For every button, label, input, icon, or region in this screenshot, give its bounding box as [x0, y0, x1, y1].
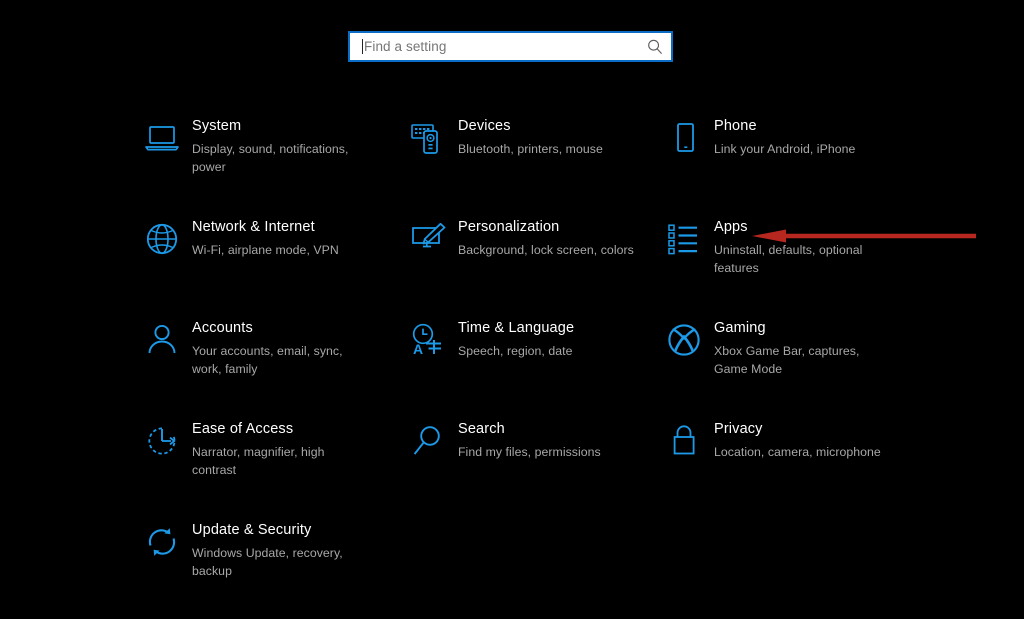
- settings-item-text: Ease of Access Narrator, magnifier, high…: [192, 413, 364, 479]
- settings-item-description: Your accounts, email, sync, work, family: [192, 343, 343, 377]
- settings-item-text: Privacy Location, camera, microphone: [714, 413, 881, 461]
- settings-item-title: Personalization: [458, 219, 560, 235]
- settings-item-search[interactable]: Search Find my files, permissions: [406, 413, 674, 463]
- settings-home-page: Find a setting System Display, sound, no…: [0, 0, 1024, 619]
- settings-item-title: Search: [458, 421, 505, 437]
- search-icon[interactable]: [642, 34, 668, 60]
- settings-item-update-security[interactable]: Update & Security Windows Update, recove…: [140, 514, 408, 580]
- settings-item-text: System Display, sound, notifications, po…: [192, 110, 364, 176]
- ease-of-access-icon: [140, 419, 184, 463]
- person-icon: [140, 318, 184, 362]
- settings-item-description: Xbox Game Bar, captures, Game Mode: [714, 343, 860, 377]
- phone-icon: [662, 116, 706, 160]
- clock-language-icon: A: [406, 318, 450, 362]
- settings-item-text: Update & Security Windows Update, recove…: [192, 514, 364, 580]
- settings-item-description: Background, lock screen, colors: [458, 242, 634, 257]
- settings-item-description: Wi-Fi, airplane mode, VPN: [192, 242, 339, 257]
- settings-item-text: Gaming Xbox Game Bar, captures, Game Mod…: [714, 312, 892, 378]
- settings-item-title: Phone: [714, 118, 757, 134]
- apps-list-icon: [662, 217, 706, 261]
- settings-item-description: Link your Android, iPhone: [714, 141, 856, 156]
- settings-item-description: Display, sound, notifications, power: [192, 141, 349, 175]
- settings-item-title: Ease of Access: [192, 421, 294, 437]
- paintbrush-monitor-icon: [406, 217, 450, 261]
- settings-row: System Display, sound, notifications, po…: [0, 110, 1024, 211]
- settings-item-title: Devices: [458, 118, 511, 134]
- settings-item-title: Update & Security: [192, 522, 312, 538]
- globe-icon: [140, 217, 184, 261]
- settings-item-title: System: [192, 118, 242, 134]
- settings-item-gaming[interactable]: Gaming Xbox Game Bar, captures, Game Mod…: [662, 312, 962, 378]
- settings-item-description: Uninstall, defaults, optional features: [714, 242, 863, 276]
- settings-item-description: Location, camera, microphone: [714, 444, 881, 459]
- search-box[interactable]: Find a setting: [348, 31, 673, 62]
- laptop-icon: [140, 116, 184, 160]
- settings-row: Network & Internet Wi-Fi, airplane mode,…: [0, 211, 1024, 312]
- settings-item-description: Find my files, permissions: [458, 444, 601, 459]
- settings-item-apps[interactable]: Apps Uninstall, defaults, optional featu…: [662, 211, 962, 277]
- settings-item-description: Windows Update, recovery, backup: [192, 545, 343, 579]
- devices-icon: [406, 116, 450, 160]
- search-input[interactable]: Find a setting: [363, 39, 642, 54]
- settings-item-title: Gaming: [714, 320, 766, 336]
- settings-item-devices[interactable]: Devices Bluetooth, printers, mouse: [406, 110, 674, 160]
- settings-item-text: Search Find my files, permissions: [458, 413, 601, 461]
- settings-row: Ease of Access Narrator, magnifier, high…: [0, 413, 1024, 514]
- settings-row: Update & Security Windows Update, recove…: [0, 514, 1024, 615]
- settings-item-title: Privacy: [714, 421, 763, 437]
- settings-item-text: Network & Internet Wi-Fi, airplane mode,…: [192, 211, 339, 259]
- settings-row: Accounts Your accounts, email, sync, wor…: [0, 312, 1024, 413]
- settings-item-accounts[interactable]: Accounts Your accounts, email, sync, wor…: [140, 312, 408, 378]
- settings-item-text: Personalization Background, lock screen,…: [458, 211, 634, 259]
- svg-text:A: A: [413, 341, 423, 357]
- sync-arrows-icon: [140, 520, 184, 564]
- settings-item-personalization[interactable]: Personalization Background, lock screen,…: [406, 211, 674, 261]
- settings-item-title: Time & Language: [458, 320, 575, 336]
- xbox-icon: [662, 318, 706, 362]
- settings-item-text: Devices Bluetooth, printers, mouse: [458, 110, 603, 158]
- settings-item-title: Accounts: [192, 320, 253, 336]
- settings-item-title: Network & Internet: [192, 219, 315, 235]
- settings-item-text: Apps Uninstall, defaults, optional featu…: [714, 211, 892, 277]
- settings-item-description: Bluetooth, printers, mouse: [458, 141, 603, 156]
- settings-item-text: Phone Link your Android, iPhone: [714, 110, 855, 158]
- settings-item-phone[interactable]: Phone Link your Android, iPhone: [662, 110, 962, 160]
- settings-item-description: Narrator, magnifier, high contrast: [192, 444, 325, 478]
- settings-item-system[interactable]: System Display, sound, notifications, po…: [140, 110, 408, 176]
- settings-item-network-internet[interactable]: Network & Internet Wi-Fi, airplane mode,…: [140, 211, 408, 261]
- settings-item-text: Accounts Your accounts, email, sync, wor…: [192, 312, 364, 378]
- lock-icon: [662, 419, 706, 463]
- settings-item-text: Time & Language Speech, region, date: [458, 312, 574, 360]
- settings-item-description: Speech, region, date: [458, 343, 573, 358]
- settings-item-title: Apps: [714, 219, 748, 235]
- settings-item-privacy[interactable]: Privacy Location, camera, microphone: [662, 413, 962, 463]
- settings-category-grid: System Display, sound, notifications, po…: [0, 110, 1024, 615]
- magnifier-icon: [406, 419, 450, 463]
- settings-item-ease-of-access[interactable]: Ease of Access Narrator, magnifier, high…: [140, 413, 408, 479]
- settings-item-time-language[interactable]: A Time & Language Speech, region, date: [406, 312, 674, 362]
